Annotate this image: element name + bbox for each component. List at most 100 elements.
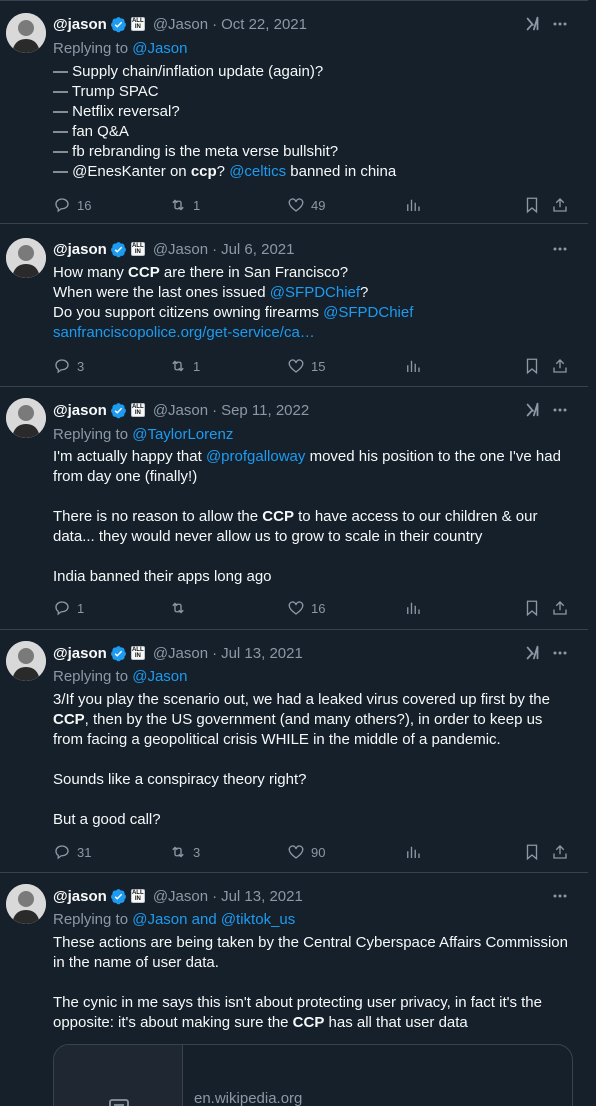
like-button[interactable]: 90 [287,842,325,862]
timestamp[interactable]: Sep 11, 2022 [221,402,309,419]
tweet-header: @jason ALL IN @Jason · Jul 13, 2021 [53,644,303,662]
handle: @Jason [152,401,209,419]
bookmark-button[interactable] [523,195,541,215]
like-button[interactable]: 49 [287,195,325,215]
tweet-text: 3/If you play the scenario out, we had a… [53,690,575,830]
bookmark-icon [526,600,538,617]
text-line: Do you support citizens owning firearms … [53,304,414,321]
more-options-icon[interactable] [552,402,568,418]
replying-to: Replying to @Jason [53,40,188,57]
mention-link[interactable]: @profgalloway [206,448,305,465]
mention-link[interactable]: @SFPDChief [323,304,413,321]
tweet[interactable]: @jason ALL IN @Jason · Oct 22, 2021 Reply… [0,0,588,224]
grok-icon[interactable] [524,643,542,663]
tweet-header: @jason ALL IN @Jason · Oct 22, 2021 [53,15,307,33]
mention-link[interactable]: @celtics [229,163,286,180]
more-options-icon[interactable] [552,241,568,257]
more-options-icon[interactable] [552,888,568,904]
tweet[interactable]: @jason ALL IN @Jason · Sep 11, 2022 Reply… [0,387,588,630]
action-bar: 16 1 49 [53,195,573,215]
affiliate-badge[interactable]: ALL IN [130,889,145,903]
action-bar: 3 1 15 [53,356,573,376]
avatar[interactable] [6,641,46,681]
views-button[interactable] [404,598,422,618]
text-paragraph: India banned their apps long ago [53,568,272,585]
tweet[interactable]: @jason ALL IN @Jason · Jul 13, 2021 Reply… [0,630,588,873]
tweet-text: These actions are being taken by the Cen… [53,933,575,1033]
views-button[interactable] [404,842,422,862]
retweet-icon [172,360,184,372]
grok-icon[interactable] [524,400,542,420]
mention-link[interactable]: @Jason and @tiktok_us [132,911,295,928]
text-line: — fb rebranding is the meta verse bullsh… [53,143,339,160]
timestamp[interactable]: Jul 13, 2021 [221,645,303,662]
timestamp[interactable]: Oct 22, 2021 [221,16,307,33]
bookmark-button[interactable] [523,598,541,618]
timestamp[interactable]: Jul 13, 2021 [221,888,303,905]
retweet-button[interactable]: 1 [169,195,200,215]
verified-badge-icon [110,241,126,257]
share-button[interactable] [551,842,569,862]
affiliate-badge[interactable]: ALL IN [130,17,145,31]
share-button[interactable] [551,598,569,618]
avatar[interactable] [6,13,46,53]
retweet-button[interactable]: 1 [169,356,200,376]
share-icon [553,601,567,615]
avatar[interactable] [6,398,46,438]
views-button[interactable] [404,356,422,376]
avatar[interactable] [6,884,46,924]
text-paragraph: The cynic in me says this isn't about pr… [53,994,542,1031]
share-button[interactable] [551,356,569,376]
affiliate-badge[interactable]: ALL IN [130,242,145,256]
text-paragraph: These actions are being taken by the Cen… [53,934,568,971]
verified-badge-icon [110,16,126,32]
reply-button[interactable]: 3 [53,356,84,376]
mention-link[interactable]: @SFPDChief [270,284,360,301]
display-name[interactable]: @jason [53,645,107,662]
article-icon [109,1099,129,1106]
text-line: — @EnesKanter on ccp? @celtics banned in… [53,163,397,180]
mention-link[interactable]: @Jason [132,40,187,57]
more-options-icon[interactable] [552,645,568,661]
tweet-header: @jason ALL IN @Jason · Sep 11, 2022 [53,401,310,419]
display-name[interactable]: @jason [53,241,107,258]
grok-icon[interactable] [524,14,542,34]
share-button[interactable] [551,195,569,215]
tweet[interactable]: @jason ALL IN @Jason · Jul 6, 2021 How ma… [0,224,588,387]
avatar[interactable] [6,238,46,278]
retweet-button[interactable] [169,598,193,618]
like-button[interactable]: 15 [287,356,325,376]
heart-icon [288,845,304,859]
bookmark-button[interactable] [523,842,541,862]
reply-icon [55,601,69,616]
handle: @Jason [152,644,209,662]
more-options-icon[interactable] [552,16,568,32]
retweet-button[interactable]: 3 [169,842,200,862]
display-name[interactable]: @jason [53,888,107,905]
affiliate-badge[interactable]: ALL IN [130,403,145,417]
reply-button[interactable]: 31 [53,842,91,862]
views-button[interactable] [404,195,422,215]
link-preview-thumbnail [54,1045,183,1106]
display-name[interactable]: @jason [53,16,107,33]
mention-link[interactable]: @TaylorLorenz [132,426,233,443]
reply-button[interactable]: 1 [53,598,84,618]
display-name[interactable]: @jason [53,402,107,419]
retweet-icon [172,199,184,211]
text-line: — Trump SPAC [53,83,159,100]
text-paragraph: There is no reason to allow the CCP to h… [53,508,538,545]
link-preview-card[interactable]: en.wikipedia.org [53,1044,573,1106]
replying-to: Replying to @TaylorLorenz [53,426,234,443]
bookmark-icon [526,197,538,214]
text-paragraph: I'm actually happy that @profgalloway mo… [53,448,561,485]
affiliate-badge[interactable]: ALL IN [130,646,145,660]
bookmark-button[interactable] [523,356,541,376]
reply-button[interactable]: 16 [53,195,91,215]
like-button[interactable]: 16 [287,598,325,618]
link-domain: en.wikipedia.org [194,1090,303,1106]
tweet-header: @jason ALL IN @Jason · Jul 6, 2021 [53,240,295,258]
mention-link[interactable]: @Jason [132,668,187,685]
heart-icon [288,359,304,373]
timestamp[interactable]: Jul 6, 2021 [221,241,294,258]
url-link[interactable]: sanfranciscopolice.org/get-service/ca… [53,324,315,341]
